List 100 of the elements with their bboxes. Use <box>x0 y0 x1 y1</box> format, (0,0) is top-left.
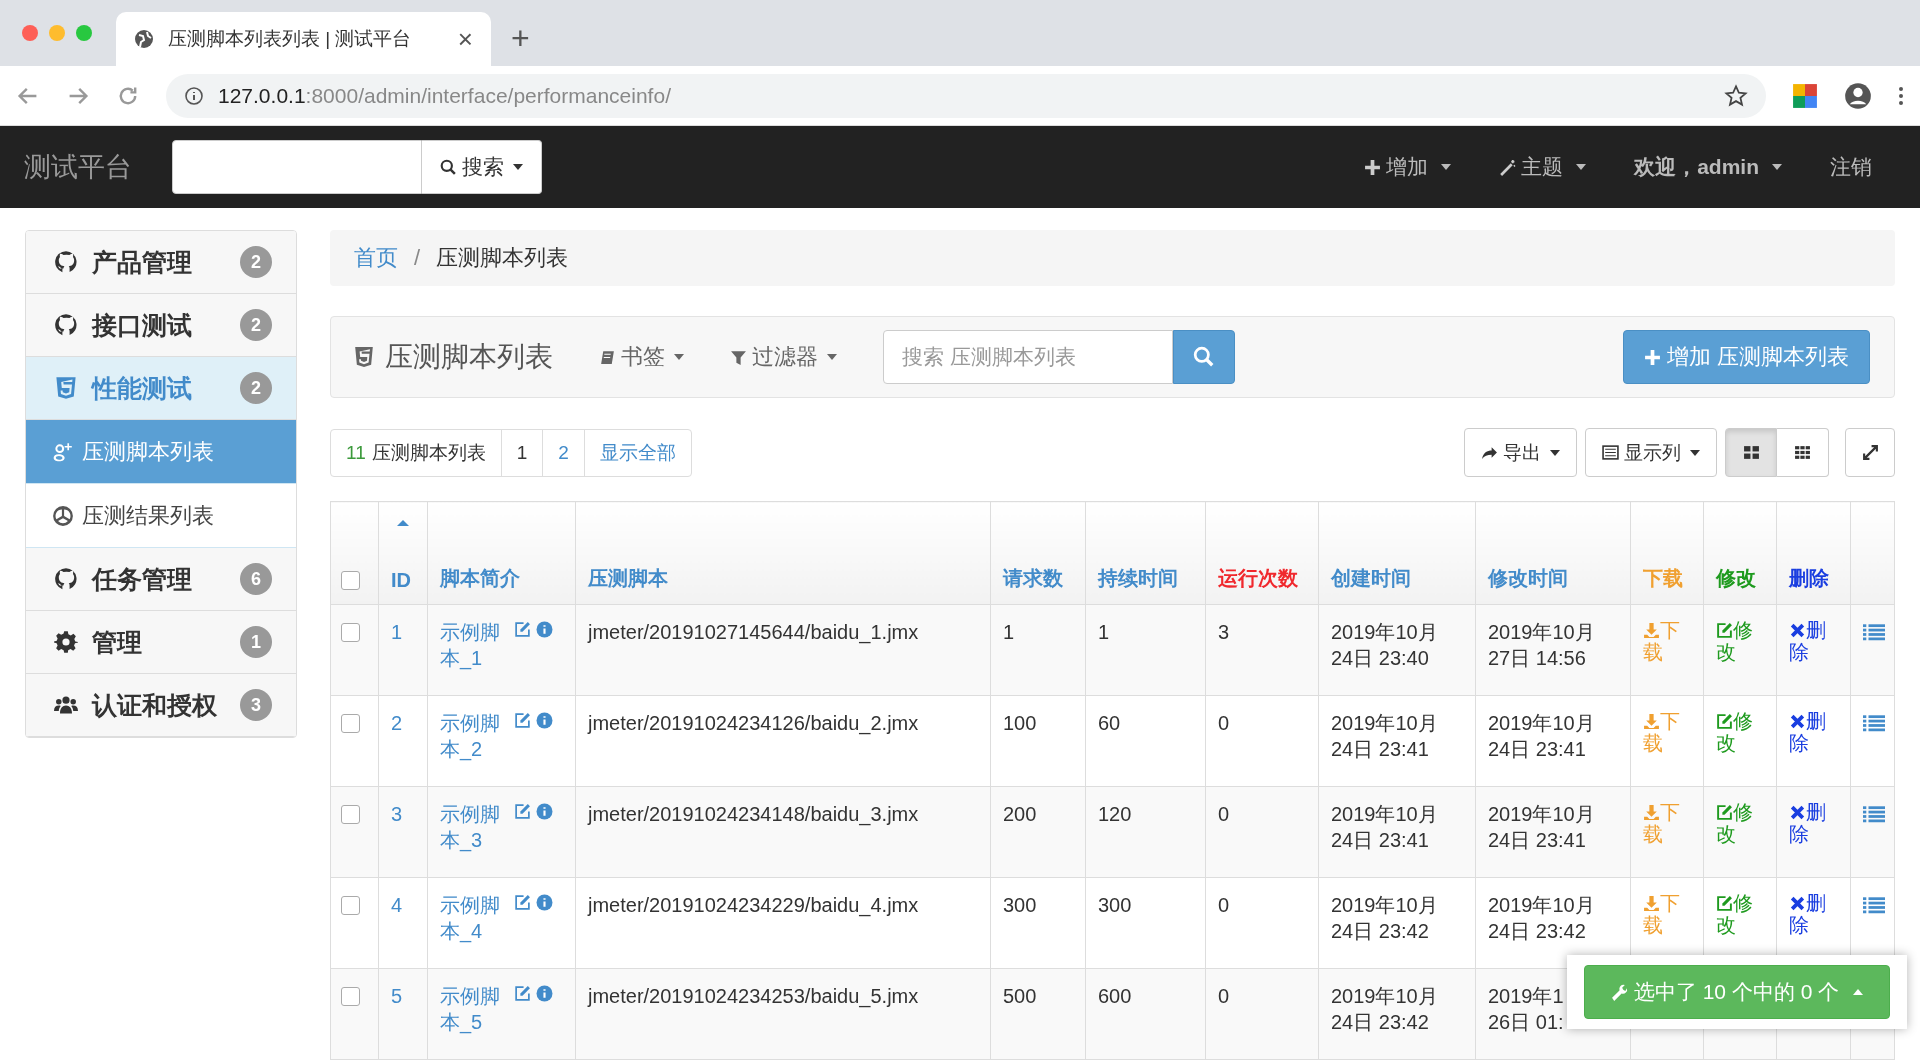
column-header[interactable]: 修改时间 <box>1488 567 1568 589</box>
edit-icon[interactable] <box>514 712 531 729</box>
sidebar-label: 管理 <box>92 626 143 658</box>
column-header[interactable]: 删除 <box>1789 567 1829 589</box>
navbar-menu[interactable]: 主题 <box>1499 153 1587 181</box>
column-header[interactable]: 压测脚本 <box>588 567 668 589</box>
count-badge: 6 <box>240 563 272 595</box>
caret-icon <box>1550 449 1560 456</box>
edit-icon <box>1716 804 1733 821</box>
sidebar-item[interactable]: 产品管理 2 <box>26 231 296 294</box>
column-header[interactable]: 持续时间 <box>1098 567 1178 589</box>
large-grid-button[interactable] <box>1725 428 1777 477</box>
edit-icon[interactable] <box>514 803 531 820</box>
search-field[interactable] <box>172 140 422 194</box>
page-link[interactable]: 1 <box>500 429 543 476</box>
column-header[interactable]: 请求数 <box>1003 567 1063 589</box>
show-all-link[interactable]: 显示全部 <box>583 429 691 476</box>
account-icon[interactable] <box>1844 81 1872 110</box>
search-button[interactable] <box>1173 330 1235 384</box>
navbar-menu[interactable]: 欢迎，admin <box>1634 153 1782 181</box>
tab-title: 压测脚本列表列表 | 测试平台 <box>168 27 413 51</box>
run-count: 0 <box>1218 803 1230 825</box>
close-icon <box>1789 895 1806 912</box>
row-checkbox[interactable] <box>341 896 360 915</box>
info-icon[interactable] <box>536 712 553 729</box>
small-grid-button[interactable] <box>1777 428 1829 477</box>
created-time: 2019年10月 24日 23:41 <box>1331 711 1439 762</box>
modified-time: 2019年10月 24日 23:42 <box>1488 893 1596 944</box>
created-time: 2019年10月 24日 23:42 <box>1331 893 1439 944</box>
sidebar-item[interactable]: 接口测试 2 <box>26 294 296 357</box>
request-count: 200 <box>1003 803 1037 825</box>
pie-icon <box>52 504 74 527</box>
edit-icon <box>1716 622 1733 639</box>
columns-dropdown[interactable]: 显示列 <box>1585 428 1717 477</box>
info-icon[interactable] <box>184 85 204 106</box>
run-count: 0 <box>1218 712 1230 734</box>
fullscreen-button[interactable] <box>1845 428 1895 477</box>
filter-dropdown[interactable]: 过滤器 <box>730 342 837 372</box>
plus-icon <box>1364 158 1382 176</box>
info-icon[interactable] <box>536 803 553 820</box>
edit-icon[interactable] <box>514 985 531 1002</box>
edit-icon[interactable] <box>514 894 531 911</box>
list-icon[interactable] <box>1863 805 1885 823</box>
edit-icon[interactable] <box>514 621 531 638</box>
script-path: jmeter/20191027145644/baidu_1.jmx <box>588 621 919 643</box>
menu-icon[interactable] <box>1898 85 1904 106</box>
extension-icon[interactable] <box>1792 82 1818 109</box>
id-link[interactable]: 4 <box>391 894 403 916</box>
script-path: jmeter/20191024234126/baidu_2.jmx <box>588 712 919 734</box>
selection-actions-button[interactable]: 选中了 10 个中的 0 个 <box>1584 965 1890 1019</box>
close-tab-button[interactable]: × <box>457 23 473 55</box>
caret-icon <box>1576 164 1587 170</box>
column-header[interactable]: 运行次数 <box>1218 567 1298 589</box>
page-link[interactable]: 2 <box>542 429 584 476</box>
info-icon[interactable] <box>536 894 553 911</box>
sidebar-subitem[interactable]: 压测脚本列表 <box>26 420 296 484</box>
sidebar-item[interactable]: 任务管理 6 <box>26 548 296 611</box>
id-link[interactable]: 3 <box>391 803 403 825</box>
add-button[interactable]: 增加 压测脚本列表 <box>1622 330 1870 384</box>
info-icon[interactable] <box>536 621 553 638</box>
row-checkbox[interactable] <box>341 805 360 824</box>
list-icon[interactable] <box>1863 623 1885 641</box>
row-checkbox[interactable] <box>341 714 360 733</box>
search-button[interactable]: 搜索 <box>422 140 542 194</box>
count-badge: 2 <box>240 372 272 404</box>
filter-icon <box>730 348 747 366</box>
navbar-menu[interactable]: 增加 <box>1364 153 1452 181</box>
sidebar-item[interactable]: 性能测试 2 <box>26 357 296 420</box>
bookmarks-dropdown[interactable]: 书签 <box>599 342 684 372</box>
brand-title[interactable]: 测试平台 <box>24 149 132 185</box>
star-icon[interactable] <box>1724 83 1748 108</box>
script-path: jmeter/20191024234229/baidu_4.jmx <box>588 894 919 916</box>
search-field[interactable]: 搜索 压测脚本列表 <box>883 330 1173 384</box>
close-window-icon[interactable] <box>22 25 38 41</box>
id-link[interactable]: 1 <box>391 621 403 643</box>
row-checkbox[interactable] <box>341 623 360 642</box>
column-header[interactable]: 下载 <box>1643 567 1683 589</box>
browser-tab[interactable]: 压测脚本列表列表 | 测试平台 × <box>116 12 491 66</box>
new-tab-button[interactable]: + <box>511 18 530 58</box>
sidebar-item[interactable]: 管理 1 <box>26 611 296 674</box>
list-icon[interactable] <box>1863 896 1885 914</box>
column-header[interactable]: 创建时间 <box>1331 567 1411 589</box>
count-badge: 1 <box>240 626 272 658</box>
id-link[interactable]: 5 <box>391 985 403 1007</box>
id-link[interactable]: 2 <box>391 712 403 734</box>
logout-link[interactable]: 注销 <box>1830 153 1872 181</box>
column-header[interactable]: ID <box>391 569 411 591</box>
breadcrumb-link[interactable]: 首页 <box>354 243 398 273</box>
info-icon[interactable] <box>536 985 553 1002</box>
edit-icon <box>1716 895 1733 912</box>
request-count: 300 <box>1003 894 1037 916</box>
list-icon[interactable] <box>1863 714 1885 732</box>
column-header[interactable]: 脚本简介 <box>440 567 520 589</box>
row-checkbox[interactable] <box>341 987 360 1006</box>
column-header[interactable]: 修改 <box>1716 567 1756 589</box>
html5-icon <box>54 376 78 400</box>
select-all-checkbox[interactable] <box>341 571 360 590</box>
sidebar-item[interactable]: 认证和授权 3 <box>26 674 296 737</box>
plus-icon <box>1643 348 1661 366</box>
export-dropdown[interactable]: 导出 <box>1464 428 1577 477</box>
